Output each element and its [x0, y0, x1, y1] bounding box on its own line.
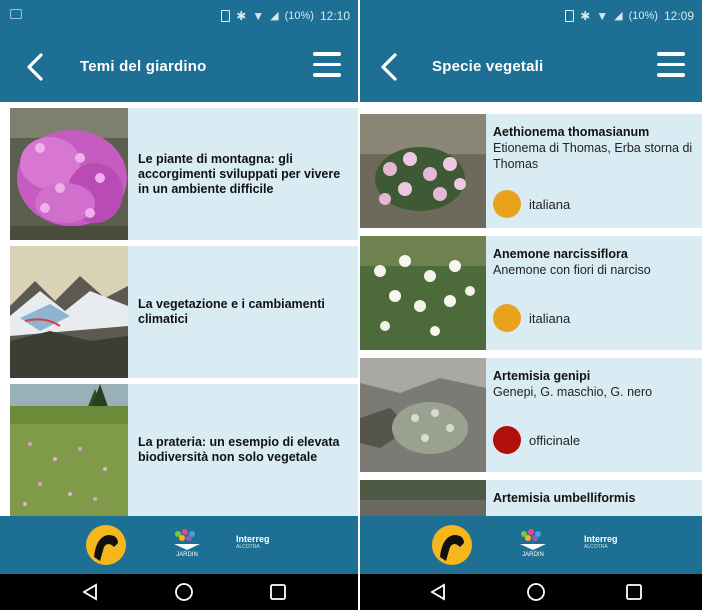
nav-recents-button[interactable]	[266, 580, 290, 604]
hamburger-icon	[313, 52, 341, 56]
chevron-left-icon	[381, 53, 397, 81]
species-status: officinale	[493, 426, 580, 454]
status-label: officinale	[529, 432, 581, 448]
signal-icon: ◢	[614, 10, 623, 22]
status-dot-icon	[493, 304, 521, 332]
menu-button[interactable]	[310, 52, 344, 82]
battery-icon	[565, 10, 575, 22]
species-name: Aethionema thomasianum	[493, 125, 650, 139]
footer-logos: JARDIN Interreg ALCOTRA	[0, 516, 358, 574]
signal-icon: ◢	[270, 10, 279, 22]
android-nav-bar	[360, 574, 702, 610]
interreg-label: Interreg	[236, 534, 270, 544]
status-bar: ✱ ▼ ◢ (10%) 12:10	[0, 0, 358, 32]
status-bar: ✱ ▼ ◢ (10%) 12:09	[360, 0, 702, 32]
hamburger-icon	[657, 52, 685, 56]
square-recents-icon	[270, 584, 286, 600]
app-bar: Temi del giardino	[0, 32, 358, 102]
species-item[interactable]: Artemisia genipi Genepi, G. maschio, G. …	[360, 358, 702, 472]
interreg-sub: ALCOTRA	[584, 544, 608, 550]
species-item[interactable]: Artemisia umbelliformis	[360, 480, 702, 516]
menu-button[interactable]	[654, 52, 688, 82]
jardin-logo: JARDIN	[498, 526, 568, 564]
status-time: 12:10	[319, 9, 350, 23]
nav-recents-button[interactable]	[622, 580, 646, 604]
themes-screen: ✱ ▼ ◢ (10%) 12:10 Temi del giardino Le p…	[0, 0, 358, 610]
footer-logos: JARDIN Interreg ALCOTRA	[360, 516, 702, 574]
status-dot-icon	[493, 426, 521, 454]
triangle-back-icon	[82, 583, 97, 601]
park-logo	[432, 525, 472, 565]
square-recents-icon	[626, 584, 642, 600]
species-name: Anemone narcissiflora	[493, 247, 628, 261]
species-item[interactable]: Anemone narcissiflora Anemone con fiori …	[360, 236, 702, 350]
nav-back-button[interactable]	[426, 580, 450, 604]
circle-home-icon	[527, 583, 545, 601]
species-status: italiana	[493, 304, 570, 332]
status-time: 12:09	[663, 9, 694, 23]
species-screen: ✱ ▼ ◢ (10%) 12:09 Specie vegetali Aethio…	[360, 0, 702, 610]
theme-title: Le piante di montagna: gli accorgimenti …	[138, 151, 341, 196]
triangle-back-icon	[430, 583, 445, 601]
back-button[interactable]	[18, 50, 52, 84]
status-dot-icon	[493, 190, 521, 218]
species-common-name: Genepi, G. maschio, G. nero	[493, 385, 653, 399]
jardin-label: JARDIN	[522, 552, 544, 558]
wifi-icon: ▼	[596, 9, 609, 23]
theme-image-pink-flowers	[10, 108, 128, 240]
theme-title: La vegetazione e i cambiamenti climatici	[138, 297, 325, 326]
chevron-left-icon	[27, 53, 43, 81]
species-name: Artemisia genipi	[493, 369, 591, 383]
page-title: Temi del giardino	[80, 58, 207, 75]
species-image-artemisia-genipi	[360, 358, 486, 472]
battery-percent: (10%)	[284, 10, 314, 22]
interreg-label: Interreg	[584, 534, 618, 544]
park-logo	[86, 525, 126, 565]
theme-item-mountain-plants[interactable]: Le piante di montagna: gli accorgimenti …	[10, 108, 358, 240]
interreg-sub: ALCOTRA	[236, 544, 260, 550]
species-image-artemisia-umbelliformis	[360, 480, 486, 516]
species-common-name: Etionema di Thomas, Erba storna di Thoma…	[493, 141, 693, 171]
android-nav-bar	[0, 574, 358, 610]
theme-item-grassland[interactable]: La prateria: un esempio di elevata biodi…	[10, 384, 358, 516]
interreg-logo: Interreg ALCOTRA	[584, 534, 618, 550]
species-common-name: Anemone con fiori di narciso	[493, 263, 651, 277]
status-label: italiana	[529, 196, 571, 212]
jardin-label: JARDIN	[176, 552, 198, 558]
circle-home-icon	[175, 583, 193, 601]
nav-home-button[interactable]	[524, 580, 548, 604]
bluetooth-icon: ✱	[580, 9, 591, 23]
species-name: Artemisia umbelliformis	[493, 491, 636, 505]
battery-percent: (10%)	[628, 10, 658, 22]
nav-back-button[interactable]	[78, 580, 102, 604]
page-title: Specie vegetali	[432, 58, 544, 75]
themes-list[interactable]: Le piante di montagna: gli accorgimenti …	[0, 108, 358, 516]
species-list[interactable]: Aethionema thomasianum Etionema di Thoma…	[360, 108, 702, 516]
wifi-icon: ▼	[252, 9, 265, 23]
theme-item-climate-change[interactable]: La vegetazione e i cambiamenti climatici	[10, 246, 358, 378]
theme-image-meadow	[10, 384, 128, 516]
interreg-logo: Interreg ALCOTRA	[236, 534, 270, 550]
species-image-anemone	[360, 236, 486, 350]
theme-image-glacier-mountains	[10, 246, 128, 378]
status-label: italiana	[529, 310, 571, 326]
species-item[interactable]: Aethionema thomasianum Etionema di Thoma…	[360, 114, 702, 228]
back-button[interactable]	[372, 50, 406, 84]
species-image-aethionema	[360, 114, 486, 228]
theme-title: La prateria: un esempio di elevata biodi…	[138, 435, 340, 464]
jardin-logo: JARDIN	[152, 526, 222, 564]
bluetooth-icon: ✱	[236, 9, 247, 23]
image-notification-icon	[10, 9, 22, 19]
species-status: italiana	[493, 190, 570, 218]
battery-icon	[221, 10, 231, 22]
app-bar: Specie vegetali	[360, 32, 702, 102]
nav-home-button[interactable]	[172, 580, 196, 604]
